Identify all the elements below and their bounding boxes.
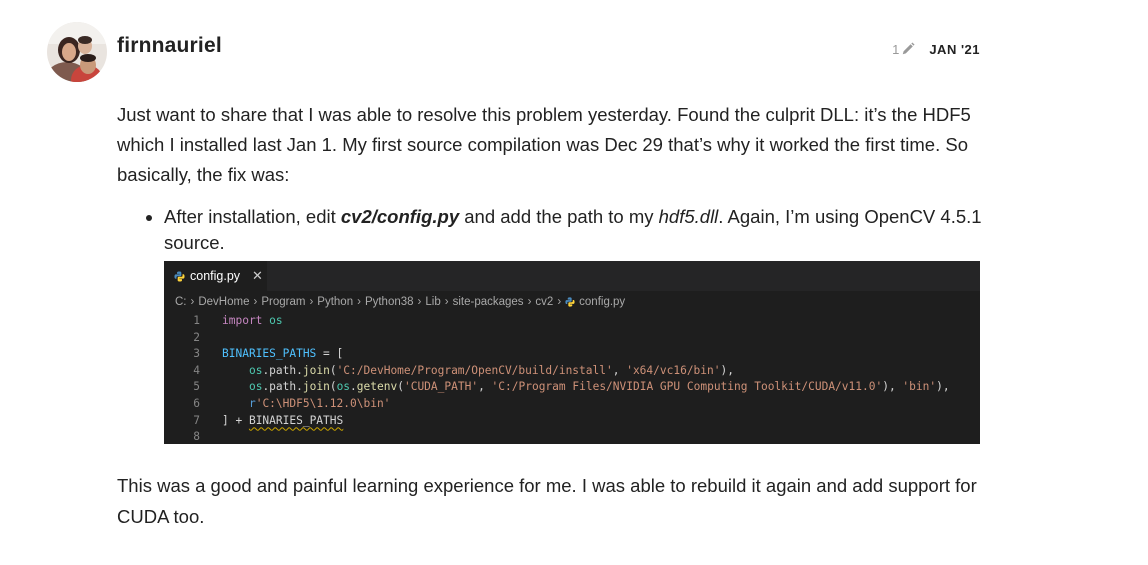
code-token: 'CUDA_PATH'	[403, 380, 479, 394]
code-token: 'C:\HDF5\1.12.0\bin'	[255, 396, 391, 410]
line-number: 1	[193, 314, 200, 327]
code-token: ),	[936, 380, 950, 394]
chevron-right-icon: ›	[253, 296, 258, 308]
breadcrumb-item: Lib	[425, 296, 441, 308]
pencil-icon[interactable]	[901, 42, 915, 56]
chevron-right-icon: ›	[527, 296, 532, 308]
chevron-right-icon: ›	[357, 296, 361, 308]
code-token: BINARIES_PATHS	[222, 347, 317, 361]
post-date[interactable]: JAN '21	[929, 42, 980, 57]
code-token: 'C:/Program Files/NVIDIA GPU Computing T…	[491, 380, 883, 394]
dll-name: hdf5.dll	[658, 206, 719, 227]
code-token: .path.	[262, 380, 303, 394]
chevron-right-icon: ›	[190, 296, 195, 308]
post-body: Just want to share that I was able to re…	[117, 100, 987, 256]
chevron-right-icon: ›	[417, 296, 422, 308]
code-token: r	[248, 396, 256, 410]
code-token: os	[248, 363, 263, 377]
breadcrumb-item: Program	[261, 296, 306, 308]
code-screenshot: config.py ✕ C: › DevHome › Program › Python…	[164, 261, 980, 444]
editor-tab-bar: config.py ✕	[164, 261, 980, 291]
code-line: 6 r'C:\HDF5\1.12.0\bin'	[164, 396, 980, 413]
chevron-right-icon: ›	[309, 296, 314, 308]
code-token: os	[336, 380, 351, 394]
editor-tab: config.py ✕	[164, 261, 267, 291]
breadcrumb-item: config.py	[579, 296, 626, 308]
code-token: 'bin'	[902, 380, 937, 394]
code-token: = [	[316, 347, 344, 361]
bullet-text-before: After installation, edit	[164, 206, 341, 227]
edit-count[interactable]: 1	[892, 42, 899, 57]
bullet-text-middle: and add the path to my	[459, 206, 659, 227]
code-token: .path.	[262, 363, 303, 377]
fix-list: After installation, edit cv2/config.py a…	[117, 204, 987, 256]
breadcrumb-item: cv2	[535, 296, 554, 308]
line-number: 6	[193, 396, 200, 410]
code-token: 'x64/vc16/bin'	[626, 363, 721, 377]
code-token: ),	[720, 363, 734, 377]
code-token: import	[222, 314, 263, 327]
code-token: 'C:/DevHome/Program/OpenCV/build/install…	[336, 363, 613, 377]
code-line: 4 os.path.join('C:/DevHome/Program/OpenC…	[164, 363, 980, 380]
code-line: 3 BINARIES_PATHS = [	[164, 346, 980, 363]
close-icon: ✕	[252, 268, 263, 283]
code-token: join	[302, 380, 330, 394]
post-intro: Just want to share that I was able to re…	[117, 104, 971, 185]
chevron-right-icon: ›	[557, 296, 562, 308]
list-item: After installation, edit cv2/config.py a…	[146, 204, 987, 256]
breadcrumb-item: C:	[175, 296, 187, 308]
code-block: 1 import os 2 3 BINARIES_PATHS = [ 4 os.pa…	[164, 313, 980, 446]
line-number: 5	[193, 380, 200, 394]
code-line: 5 os.path.join(os.getenv('CUDA_PATH', 'C…	[164, 379, 980, 396]
user-avatar[interactable]	[47, 22, 107, 82]
python-file-icon	[174, 270, 185, 282]
python-file-icon	[565, 297, 575, 307]
breadcrumb-item: site-packages	[452, 296, 524, 308]
chevron-right-icon: ›	[444, 296, 449, 308]
post-closing-text: This was a good and painful learning exp…	[117, 475, 977, 527]
code-token: join	[302, 363, 330, 377]
breadcrumb-item: Python38	[364, 296, 414, 308]
code-token: BINARIES_PATHS	[248, 413, 344, 427]
code-line: 7 ] + BINARIES_PATHS	[164, 413, 980, 430]
code-token: getenv	[356, 380, 398, 394]
editor-breadcrumb: C: › DevHome › Program › Python › Python38 › …	[164, 291, 980, 313]
post-meta: 1 JAN '21	[880, 39, 980, 59]
line-number: 4	[193, 363, 200, 377]
username[interactable]: firnnauriel	[117, 34, 222, 58]
post-closing: This was a good and painful learning exp…	[117, 470, 987, 532]
breadcrumb-item: Python	[317, 296, 354, 308]
code-token: ] +	[222, 413, 249, 427]
breadcrumb-item: DevHome	[198, 296, 250, 308]
code-line: 2	[164, 330, 980, 347]
line-number: 7	[193, 413, 200, 427]
line-number: 3	[193, 347, 200, 361]
code-token: os	[269, 314, 283, 327]
line-number: 8	[193, 430, 200, 444]
code-token: os	[248, 380, 263, 394]
editor-tab-label: config.py	[190, 269, 241, 283]
code-line: 8	[164, 429, 980, 446]
line-number: 2	[193, 330, 200, 344]
code-line: 1 import os	[164, 313, 980, 330]
config-file-name: cv2/config.py	[340, 206, 460, 227]
